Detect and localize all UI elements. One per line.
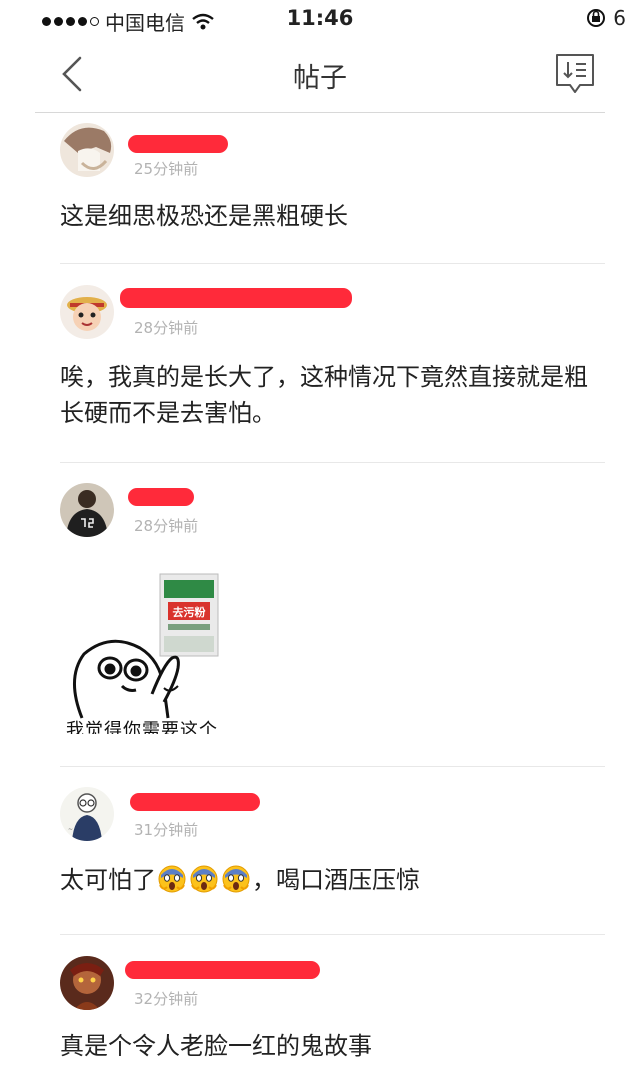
comment-text: 真是个令人老脸一红的鬼故事 [60,1032,372,1060]
clock: 11:46 [286,6,354,30]
comment-time: 28分钟前 [134,319,199,337]
meme-package-label: 去污粉 [173,605,206,619]
comment-text-part: ，喝口酒压压惊 [252,866,420,894]
meme-image[interactable]: 去污粉 [60,568,240,736]
comment-divider [60,934,605,935]
detergent-package-image: 去污粉 [159,573,219,657]
orientation-lock-icon [587,9,606,27]
sort-icon [556,54,594,93]
comment-time: 25分钟前 [134,160,199,178]
comment-text: 太可怕了 ，喝口酒压压惊 [60,862,600,898]
avatar[interactable]: ~ [60,787,114,841]
avatar-warrior-image [60,956,114,1010]
redacted-username [128,488,194,506]
meme-caption: 我觉得你需要这个 [66,720,218,734]
avatar[interactable] [60,483,114,537]
status-right: 6 [585,6,626,30]
svg-text:~: ~ [68,826,73,833]
comment-time: 28分钟前 [134,517,199,535]
avatar-jersey-person-image [60,483,114,537]
scream-emoji-icon [190,865,218,893]
avatar[interactable] [60,285,114,339]
comment-time: 32分钟前 [134,990,199,1008]
avatar-cartoon-boy-image [60,285,114,339]
status-bar: 中国电信 11:46 6 [0,0,640,36]
nav-divider [35,112,605,113]
scream-emoji-icon [222,865,250,893]
avatar[interactable] [60,956,114,1010]
comment-text: 唉，我真的是长大了，这种情况下竟然直接就是粗长硬而不是去害怕。 [60,363,588,427]
scream-emoji-icon [158,865,186,893]
comment-text-part: 太可怕了 [60,866,156,894]
redacted-username [128,135,228,153]
navigation-bar: 帖子 [0,36,640,112]
battery-label: 6 [613,6,626,30]
comment-divider [60,462,605,463]
scream-emoji-group [156,865,252,894]
comment-divider [60,766,605,767]
avatar-sketch-person-image: ~ [60,787,114,841]
avatar[interactable] [60,123,114,177]
redacted-username [125,961,320,979]
comment-text: 这是细思极恐还是黑粗硬长 [60,202,348,230]
redacted-username [130,793,260,811]
redacted-username [120,288,352,308]
comment-divider [60,263,605,264]
avatar-anime-girl-image [60,123,114,177]
sort-comments-button[interactable] [554,52,596,96]
comment-time: 31分钟前 [134,821,199,839]
page-title: 帖子 [293,63,347,94]
